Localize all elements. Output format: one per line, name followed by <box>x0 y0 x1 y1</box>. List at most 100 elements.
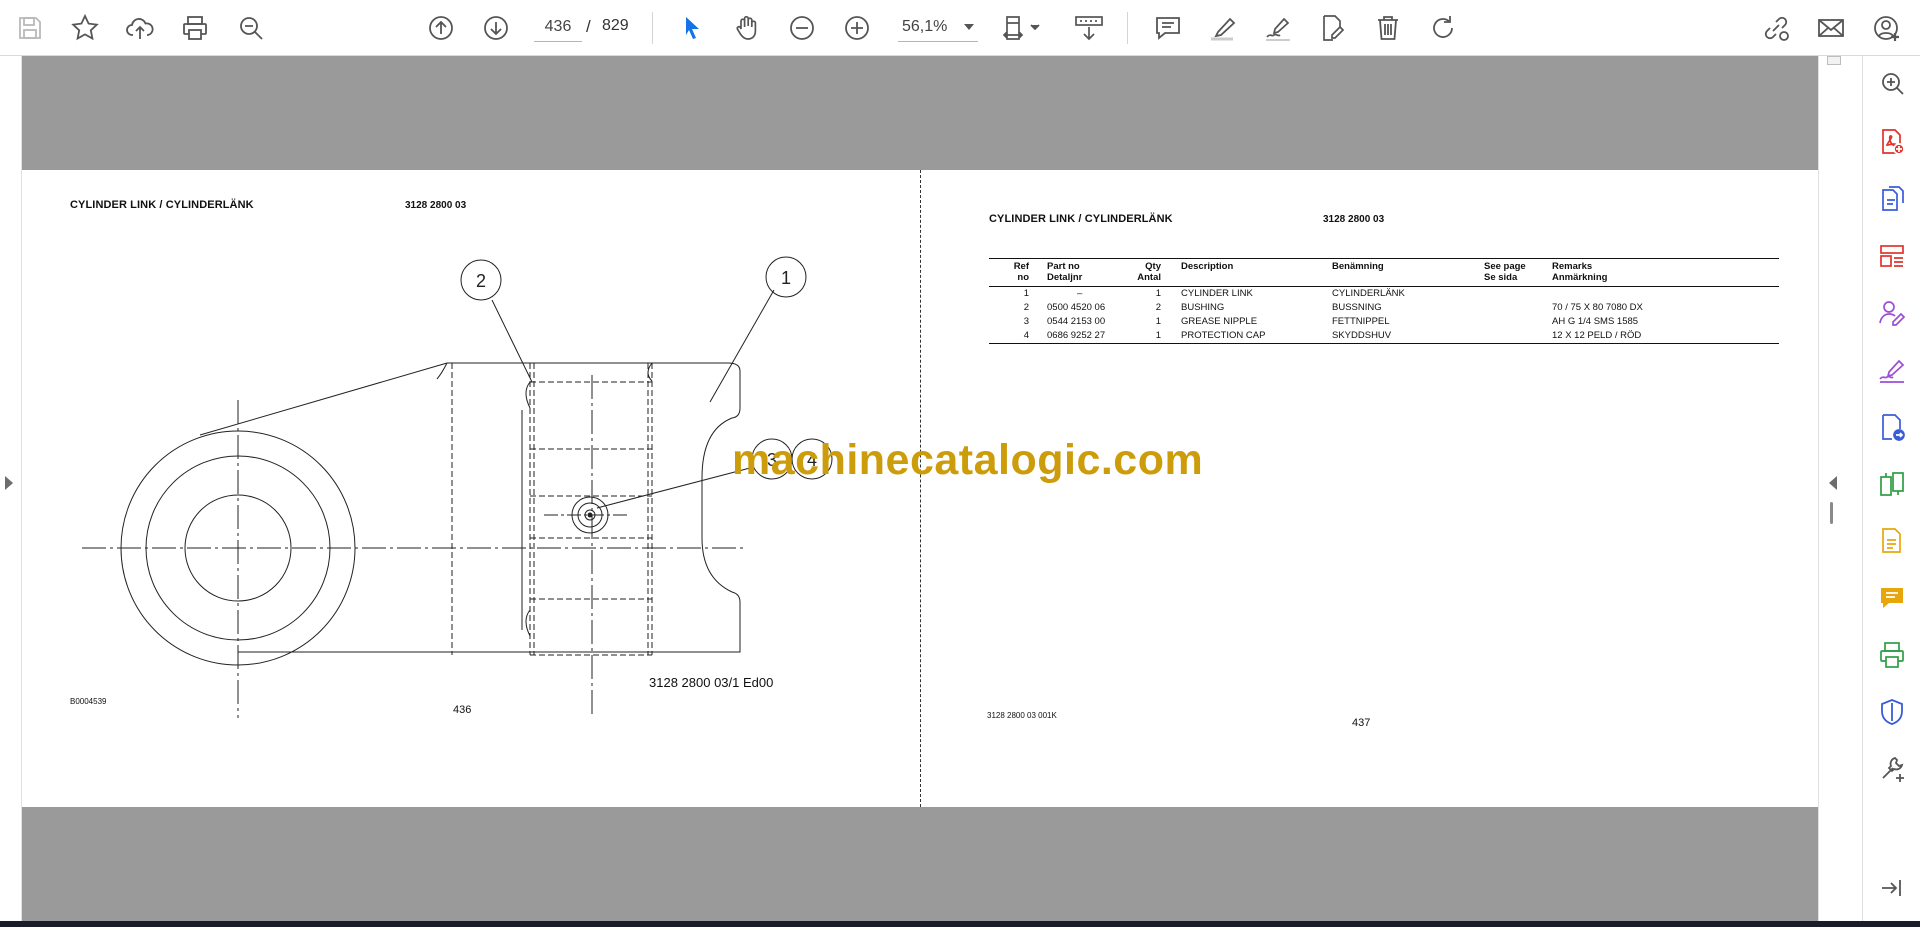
header-remarks: Remarks Anmärkning <box>1552 261 1608 283</box>
email-icon[interactable] <box>1811 8 1851 48</box>
comment-icon[interactable] <box>1148 8 1188 48</box>
toolbar-divider <box>1127 12 1128 44</box>
scroll-mode-icon[interactable] <box>1067 8 1111 48</box>
pdf-page-437: CYLINDER LINK / CYLINDERLÄNK 3128 2800 0… <box>921 170 1819 807</box>
header-part-no: Part no Detaljnr <box>1047 261 1083 283</box>
delete-icon[interactable] <box>1368 8 1408 48</box>
zoom-value: 56,1% <box>902 17 948 35</box>
print-icon[interactable] <box>175 8 215 48</box>
more-tools-icon[interactable] <box>1874 751 1910 787</box>
export-pdf-icon[interactable] <box>1874 181 1910 217</box>
edit-pdf-icon[interactable] <box>1874 523 1910 559</box>
fill-sign-icon[interactable] <box>1313 8 1353 48</box>
watermark-text: machinecatalogic.com <box>732 436 1204 484</box>
save-icon[interactable] <box>10 8 50 48</box>
share-link-icon[interactable] <box>1756 8 1796 48</box>
cell-see-page <box>1484 287 1552 301</box>
pdf-page-436: CYLINDER LINK / CYLINDERLÄNK 3128 2800 0… <box>22 170 920 807</box>
os-taskbar-edge <box>0 921 1920 927</box>
cell-benamning: FETTNIPPEL <box>1332 316 1390 327</box>
header-ref: Ref no <box>1013 261 1029 283</box>
collapse-right-panel-icon[interactable] <box>1829 476 1837 490</box>
cell-benamning: SKYDDSHUV <box>1332 330 1392 341</box>
cell-remarks <box>1552 287 1779 301</box>
cell-remarks: 12 X 12 PELD / RÖD <box>1552 330 1642 341</box>
compare-files-icon[interactable] <box>1874 466 1910 502</box>
header-see-page: See page Se sida <box>1484 261 1526 283</box>
left-nav-strip <box>0 56 22 921</box>
cell-description: GREASE NIPPLE <box>1181 316 1258 327</box>
cell-qty: 1 <box>1155 330 1161 341</box>
zoom-level-dropdown[interactable]: 56,1% <box>898 12 978 42</box>
page-spread: CYLINDER LINK / CYLINDERLÄNK 3128 2800 0… <box>22 170 1818 807</box>
scrollbar-thumb[interactable] <box>1827 56 1841 65</box>
top-toolbar: / 829 56,1% <box>0 0 1920 56</box>
table-row: 1 – 1 CYLINDER LINK CYLINDERLÄNK <box>989 287 1779 301</box>
cell-description: PROTECTION CAP <box>1181 330 1266 341</box>
left-page-number: 436 <box>453 704 472 716</box>
send-for-review-icon[interactable] <box>1874 409 1910 445</box>
callout-1-label: 1 <box>781 268 791 288</box>
figure-code: B0004539 <box>70 697 107 706</box>
right-page-number: 437 <box>1352 717 1371 729</box>
cell-see-page <box>1484 301 1552 315</box>
page-up-icon[interactable] <box>421 8 461 48</box>
document-viewport[interactable]: CYLINDER LINK / CYLINDERLÄNK 3128 2800 0… <box>0 56 1862 921</box>
toolbar-divider <box>652 12 653 44</box>
expand-left-panel-icon[interactable] <box>5 476 13 490</box>
cell-ref: 3 <box>1023 316 1029 327</box>
page-number-input[interactable] <box>534 12 582 42</box>
cursor-select-icon[interactable] <box>672 8 712 48</box>
header-qty: Qty Antal <box>1137 261 1161 283</box>
zoom-search-icon[interactable] <box>1874 66 1910 102</box>
cell-part-no: 0544 2153 00 <box>1047 316 1106 327</box>
fill-sign-icon[interactable] <box>1874 352 1910 388</box>
page-fit-icon[interactable] <box>995 8 1047 48</box>
cell-description: CYLINDER LINK <box>1181 288 1253 299</box>
cell-ref: 1 <box>1023 288 1029 299</box>
tools-pane <box>1862 56 1920 921</box>
pdf-viewer-window: / 829 56,1% <box>0 0 1920 927</box>
rotate-icon[interactable] <box>1423 8 1463 48</box>
zoom-in-icon[interactable] <box>837 8 877 48</box>
header-benamning: Benämning <box>1332 261 1384 272</box>
protect-icon[interactable] <box>1874 694 1910 730</box>
cell-see-page <box>1484 315 1552 329</box>
cell-part-no: 0500 4520 06 <box>1047 302 1106 313</box>
drawing-reference: 3128 2800 03/1 Ed00 <box>649 675 774 690</box>
header-description: Description <box>1181 261 1234 272</box>
hand-pan-icon[interactable] <box>727 8 767 48</box>
organize-pages-icon[interactable] <box>1874 238 1910 274</box>
right-page-part-number: 3128 2800 03 <box>1323 214 1385 225</box>
right-footer-code: 3128 2800 03 001K <box>987 711 1057 720</box>
bookmark-star-icon[interactable] <box>65 8 105 48</box>
create-pdf-icon[interactable] <box>1874 124 1910 160</box>
page-down-icon[interactable] <box>476 8 516 48</box>
right-page-title: CYLINDER LINK / CYLINDERLÄNK <box>989 213 1173 225</box>
collapse-panel-icon[interactable] <box>1874 870 1910 906</box>
cell-benamning: CYLINDERLÄNK <box>1332 288 1405 299</box>
highlighter-icon[interactable] <box>1203 8 1243 48</box>
cell-description: BUSHING <box>1181 302 1225 313</box>
table-row: 3 0544 2153 00 1 GREASE NIPPLE FETTNIPPE… <box>989 315 1779 329</box>
table-row: 2 0500 4520 06 2 BUSHING BUSSNING 70 / 7… <box>989 301 1779 315</box>
print-production-icon[interactable] <box>1874 637 1910 673</box>
cell-remarks: AH G 1/4 SMS 1585 <box>1552 316 1639 327</box>
comment-icon[interactable] <box>1874 580 1910 616</box>
table-row: 4 0686 9252 27 1 PROTECTION CAP SKYDDSHU… <box>989 329 1779 343</box>
zoom-out-icon[interactable] <box>782 8 822 48</box>
account-add-icon[interactable] <box>1866 8 1906 48</box>
cell-qty: 1 <box>1155 316 1161 327</box>
zoom-search-icon[interactable] <box>231 8 271 48</box>
cell-part-no: – <box>1077 288 1083 299</box>
sign-pen-icon[interactable] <box>1258 8 1298 48</box>
total-pages: 829 <box>602 17 629 34</box>
right-scroll-strip <box>1818 56 1862 921</box>
cell-ref: 2 <box>1023 302 1029 313</box>
parts-table-header: Ref no Part no Detaljnr Qty Antal Descripti… <box>989 259 1779 287</box>
request-signature-icon[interactable] <box>1874 295 1910 331</box>
cloud-upload-icon[interactable] <box>120 8 160 48</box>
cell-part-no: 0686 9252 27 <box>1047 330 1106 341</box>
scrollbar-grip[interactable] <box>1830 502 1833 524</box>
cell-ref: 4 <box>1023 330 1029 341</box>
